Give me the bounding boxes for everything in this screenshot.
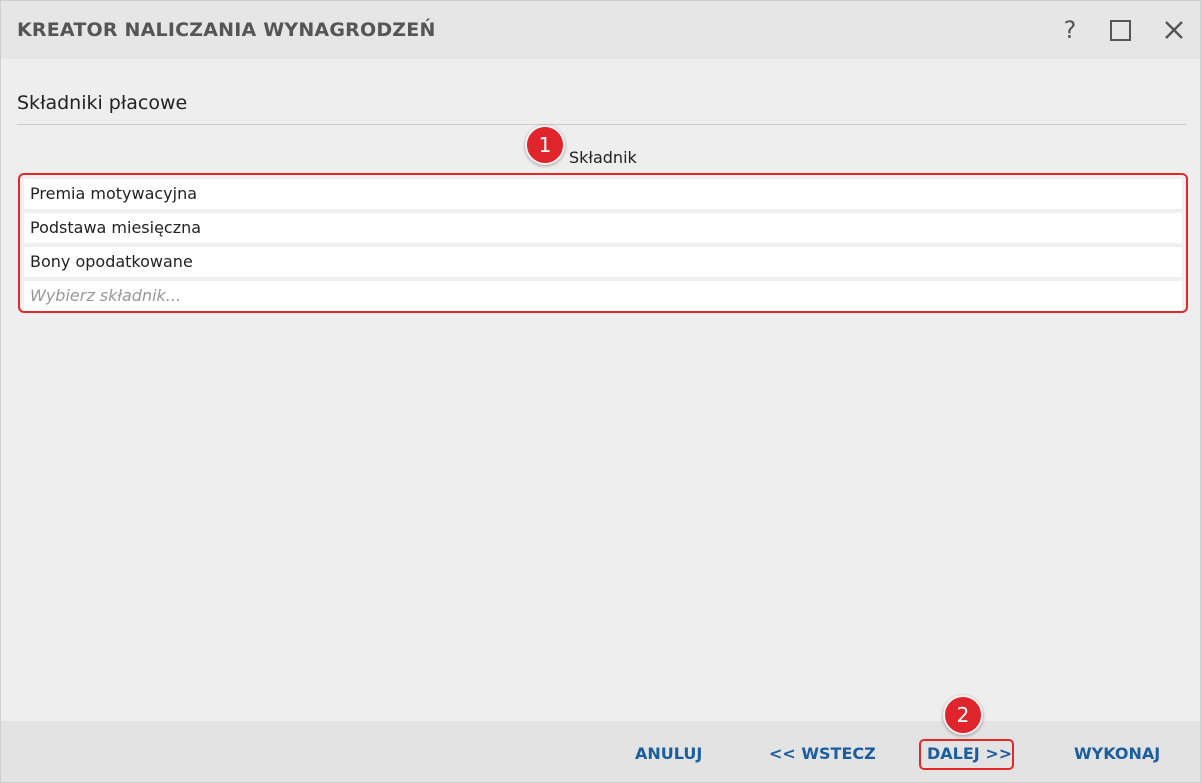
column-header-skladnik: Składnik <box>569 148 637 167</box>
window-title: KREATOR NALICZANIA WYNAGRODZEŃ <box>17 19 436 41</box>
list-item[interactable]: Podstawa miesięczna <box>24 213 1182 243</box>
help-icon: ? <box>1063 16 1077 44</box>
components-list: Premia motywacyjna Podstawa miesięczna B… <box>18 173 1188 313</box>
close-button[interactable] <box>1157 13 1191 47</box>
wizard-window: KREATOR NALICZANIA WYNAGRODZEŃ ? Składni… <box>0 0 1201 783</box>
annotation-badge-2: 2 <box>943 695 983 735</box>
help-button[interactable]: ? <box>1053 13 1087 47</box>
list-item[interactable]: Bony opodatkowane <box>24 247 1182 277</box>
footer-bar <box>1 721 1200 782</box>
list-item[interactable]: Premia motywacyjna <box>24 179 1182 209</box>
maximize-button[interactable] <box>1103 13 1137 47</box>
select-component-input[interactable]: Wybierz składnik... <box>24 281 1182 311</box>
section-divider <box>17 124 1186 125</box>
title-bar: KREATOR NALICZANIA WYNAGRODZEŃ ? <box>1 1 1200 59</box>
cancel-button[interactable]: ANULUJ <box>635 742 702 766</box>
close-icon <box>1165 21 1183 39</box>
execute-button[interactable]: WYKONAJ <box>1074 742 1160 766</box>
maximize-icon <box>1109 19 1131 41</box>
section-title: Składniki płacowe <box>17 92 188 114</box>
back-button[interactable]: << WSTECZ <box>769 742 876 766</box>
annotation-badge-1: 1 <box>525 125 565 165</box>
next-button[interactable]: DALEJ >> <box>927 742 1012 766</box>
